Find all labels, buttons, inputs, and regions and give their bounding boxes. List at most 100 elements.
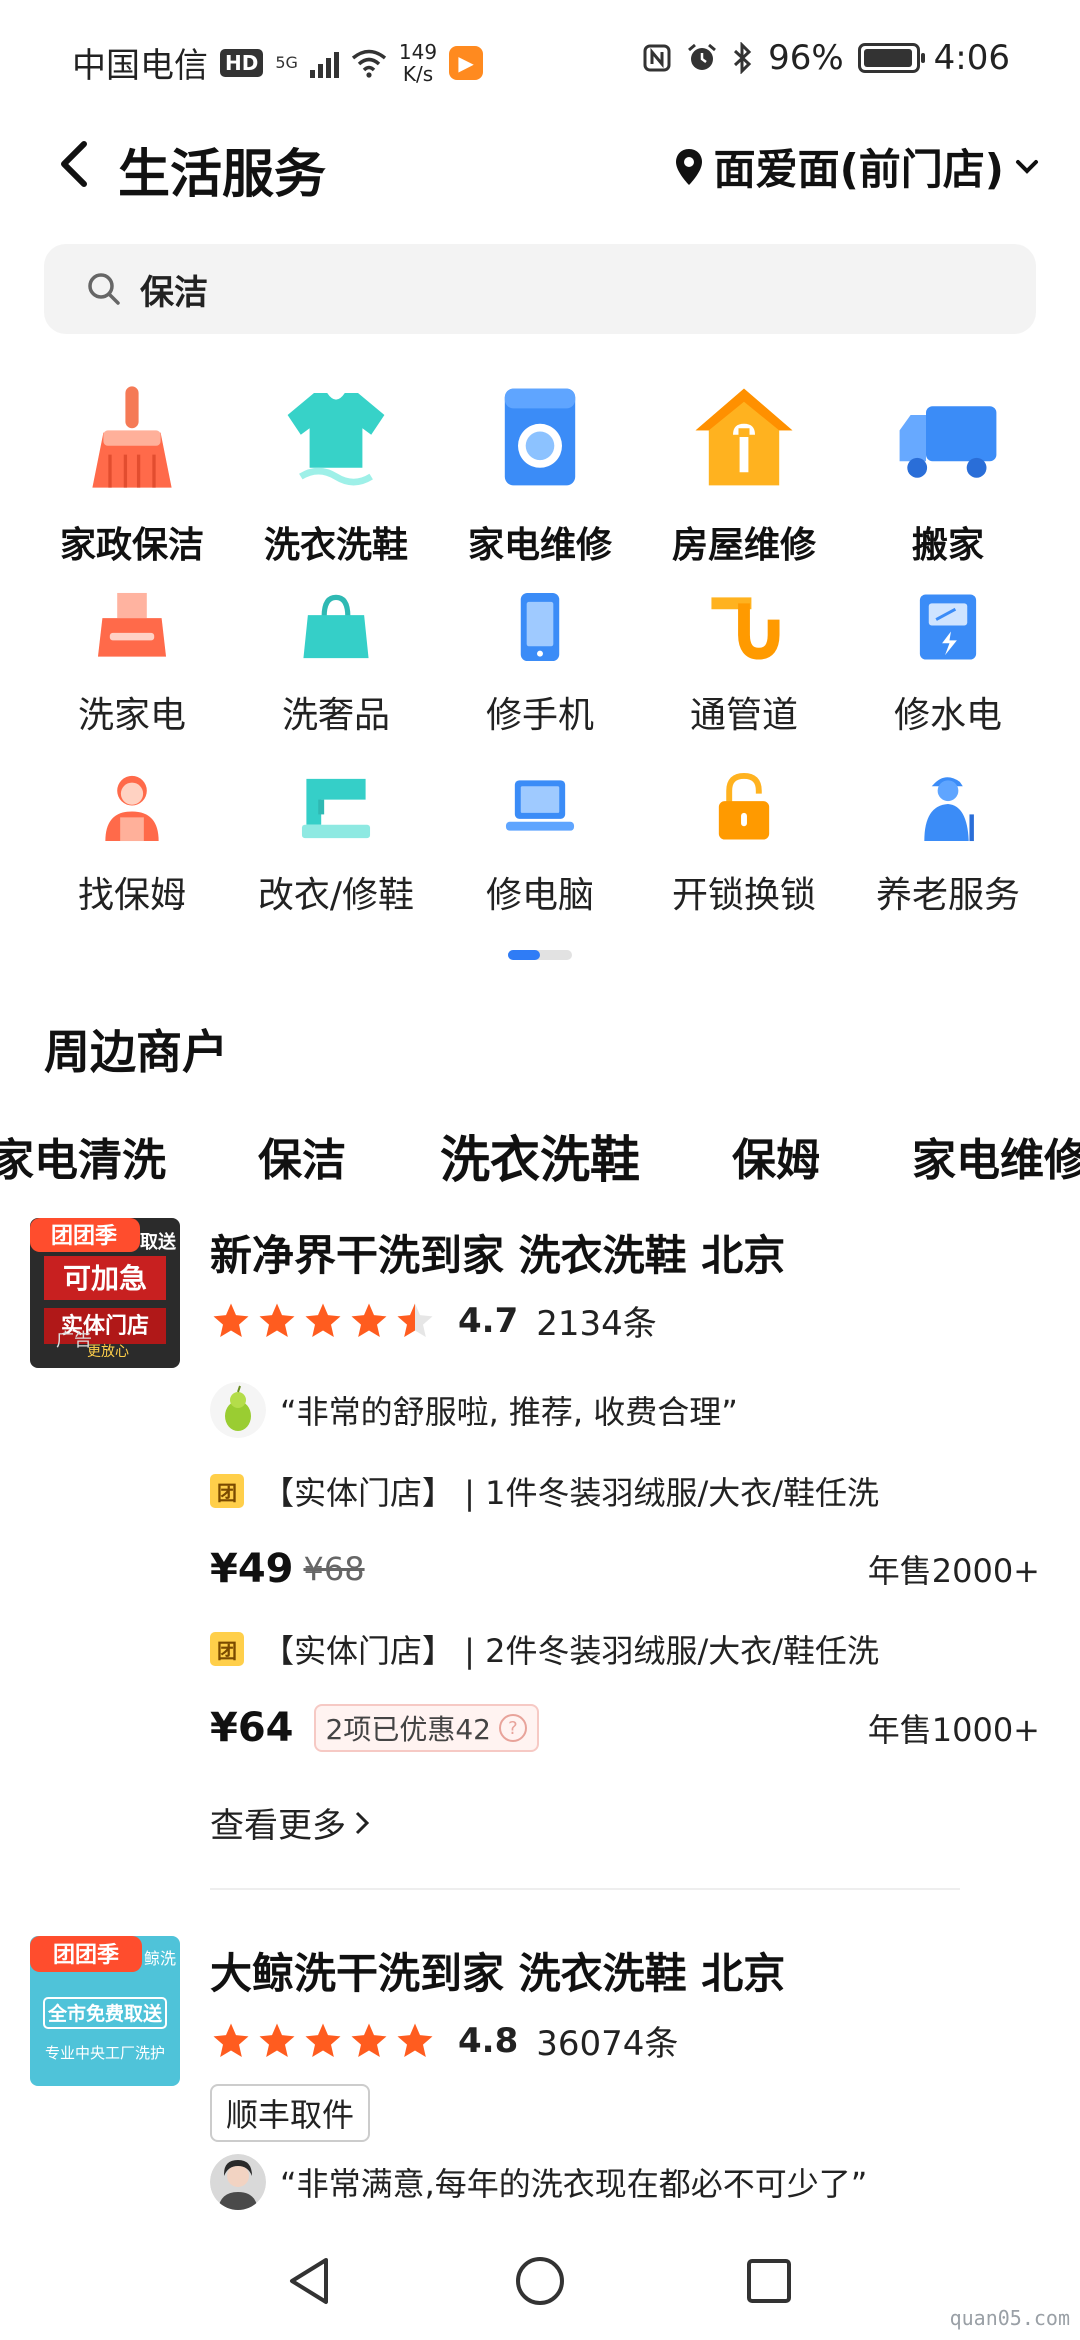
star-icon bbox=[213, 2023, 249, 2057]
merchant-filter-tabs: 家电清洗 保洁 洗衣洗鞋 保姆 家电维修 bbox=[0, 1118, 1080, 1198]
pipe-icon bbox=[711, 597, 780, 660]
net-speed: 149 K/s bbox=[398, 39, 438, 86]
tab-nanny[interactable]: 保姆 bbox=[732, 1124, 820, 1188]
reviewer-avatar bbox=[210, 1382, 266, 1438]
triangle-back-icon bbox=[290, 2258, 328, 2304]
signal-icon bbox=[309, 48, 339, 78]
category-grid: 家政保洁 洗衣洗鞋 家电维修 房屋维修 搬家 洗家电 洗奢品 修手机 通管道 修… bbox=[30, 380, 1050, 930]
carrier-label: 中国电信 bbox=[72, 46, 208, 86]
star-icon bbox=[305, 2023, 341, 2057]
merchant-divider bbox=[210, 1888, 960, 1890]
top-review: “非常满意,每年的洗衣现在都必不可少了” bbox=[210, 2154, 867, 2210]
deal-price: ¥64 bbox=[210, 1705, 294, 1751]
original-price: ¥68 bbox=[303, 1550, 365, 1588]
review-text: “非常满意,每年的洗衣现在都必不可少了” bbox=[280, 2165, 868, 2203]
lock-icon bbox=[718, 772, 770, 840]
nav-home-button[interactable] bbox=[505, 2246, 575, 2316]
category-laundry[interactable]: 洗衣洗鞋 bbox=[234, 380, 438, 570]
tab-laundry[interactable]: 洗衣洗鞋 bbox=[440, 1120, 640, 1192]
svg-text:全市免费取送: 全市免费取送 bbox=[47, 2002, 163, 2025]
category-house-repair[interactable]: 房屋维修 bbox=[642, 380, 846, 570]
star-icon bbox=[351, 1303, 387, 1337]
category-computer-repair[interactable]: 修电脑 bbox=[438, 750, 642, 930]
category-pipe-unclog[interactable]: 通管道 bbox=[642, 570, 846, 750]
group-deal-icon: 团 bbox=[210, 1632, 244, 1666]
deal-item[interactable]: 团 【实体门店】 | 2件冬装羽绒服/大衣/鞋任洗 bbox=[210, 1626, 879, 1672]
star-icon bbox=[305, 1303, 341, 1337]
category-elderly-care[interactable]: 养老服务 bbox=[846, 750, 1050, 930]
app-header: 生活服务 面爱面(前门店) bbox=[0, 128, 1080, 208]
category-tailoring[interactable]: 改衣/修鞋 bbox=[234, 750, 438, 930]
chevron-right-icon bbox=[355, 1811, 370, 1834]
app-notification-icon: ▶ bbox=[449, 45, 484, 80]
sewing-machine-icon bbox=[301, 778, 371, 839]
category-plumbing-electric[interactable]: 修水电 bbox=[846, 570, 1050, 750]
search-input[interactable]: 保洁 bbox=[140, 265, 208, 314]
category-locksmith[interactable]: 开锁换锁 bbox=[642, 750, 846, 930]
svg-text:广告: 广告 bbox=[56, 1330, 92, 1351]
search-icon bbox=[88, 273, 120, 305]
star-icon bbox=[213, 1303, 249, 1337]
status-bar: 中国电信 HD 5G 149 K/s ▶ 96% 4:06 bbox=[0, 0, 1080, 118]
tab-cleaning[interactable]: 保洁 bbox=[258, 1124, 346, 1188]
location-selector[interactable]: 面爱面(前门店) bbox=[674, 136, 1040, 197]
page-title: 生活服务 bbox=[118, 145, 327, 205]
review-count: 2134条 bbox=[536, 1304, 657, 1344]
tshirt-icon bbox=[287, 393, 385, 486]
top-review: “非常的舒服啦, 推荐, 收费合理” bbox=[210, 1382, 738, 1438]
deal-price-row[interactable]: ¥49 ¥68 年售2000+ bbox=[210, 1546, 1040, 1592]
location-label: 面爱面(前门店) bbox=[713, 145, 1004, 194]
star-rating bbox=[210, 2021, 436, 2061]
svg-text:团团季: 团团季 bbox=[51, 1224, 117, 1249]
network-type: 5G bbox=[275, 52, 298, 72]
star-icon bbox=[397, 2023, 433, 2057]
back-button[interactable] bbox=[44, 134, 104, 194]
washing-machine-icon bbox=[504, 388, 576, 486]
see-more-link[interactable]: 查看更多 bbox=[210, 1798, 372, 1847]
merchant-name[interactable]: 大鲸洗干洗到家 洗衣洗鞋 北京 bbox=[210, 1940, 785, 2001]
tab-appliance-cleaning[interactable]: 家电清洗 bbox=[0, 1124, 166, 1188]
reviewer-avatar bbox=[210, 2154, 266, 2210]
merchant-name[interactable]: 新净界干洗到家 洗衣洗鞋 北京 bbox=[210, 1222, 785, 1283]
nanny-icon bbox=[105, 775, 159, 842]
discount-tag[interactable]: 2项已优惠42 ? bbox=[313, 1704, 539, 1752]
category-appliance-repair[interactable]: 家电维修 bbox=[438, 380, 642, 570]
category-nanny[interactable]: 找保姆 bbox=[30, 750, 234, 930]
star-icon bbox=[259, 1303, 295, 1337]
phone-icon bbox=[520, 592, 560, 662]
square-recents-icon bbox=[747, 2259, 791, 2303]
half-star-icon bbox=[397, 1303, 433, 1337]
service-tag: 顺丰取件 bbox=[210, 2084, 371, 2142]
search-bar[interactable]: 保洁 bbox=[44, 244, 1036, 334]
star-icon bbox=[259, 2023, 295, 2057]
deal-item[interactable]: 团 【实体门店】 | 1件冬装羽绒服/大衣/鞋任洗 bbox=[210, 1468, 879, 1514]
review-count: 36074条 bbox=[536, 2024, 679, 2064]
category-phone-repair[interactable]: 修手机 bbox=[438, 570, 642, 750]
bluetooth-icon bbox=[734, 42, 752, 74]
category-cleaning[interactable]: 家政保洁 bbox=[30, 380, 234, 570]
nav-recents-button[interactable] bbox=[734, 2246, 804, 2316]
deal-title: 【实体门店】 | 1件冬装羽绒服/大衣/鞋任洗 bbox=[262, 1474, 880, 1512]
svg-text:更放心: 更放心 bbox=[87, 1344, 129, 1360]
help-icon: ? bbox=[498, 1714, 527, 1742]
deal-price-row[interactable]: ¥64 2项已优惠42 ? 年售1000+ bbox=[210, 1704, 1040, 1752]
back-arrow-icon bbox=[61, 141, 87, 187]
review-text: “非常的舒服啦, 推荐, 收费合理” bbox=[280, 1393, 738, 1431]
deal-title: 【实体门店】 | 2件冬装羽绒服/大衣/鞋任洗 bbox=[262, 1632, 880, 1670]
svg-text:可加急: 可加急 bbox=[63, 1262, 147, 1295]
deal-price: ¥49 bbox=[210, 1546, 294, 1592]
truck-icon bbox=[899, 406, 997, 478]
category-appliance-cleaning[interactable]: 洗家电 bbox=[30, 570, 234, 750]
section-title-nearby: 周边商户 bbox=[44, 1025, 228, 1079]
circle-home-icon bbox=[516, 2257, 564, 2305]
broom-icon bbox=[92, 386, 172, 488]
tab-appliance-repair[interactable]: 家电维修 bbox=[912, 1124, 1080, 1188]
category-luxury-cleaning[interactable]: 洗奢品 bbox=[234, 570, 438, 750]
annual-sales: 年售2000+ bbox=[867, 1552, 1040, 1590]
star-icon bbox=[351, 2023, 387, 2057]
clock: 4:06 bbox=[933, 38, 1010, 78]
house-wrench-icon bbox=[695, 388, 793, 486]
category-moving[interactable]: 搬家 bbox=[846, 380, 1050, 570]
nav-back-button[interactable] bbox=[274, 2246, 344, 2316]
system-navigation-bar: quan05.com bbox=[0, 2222, 1080, 2340]
